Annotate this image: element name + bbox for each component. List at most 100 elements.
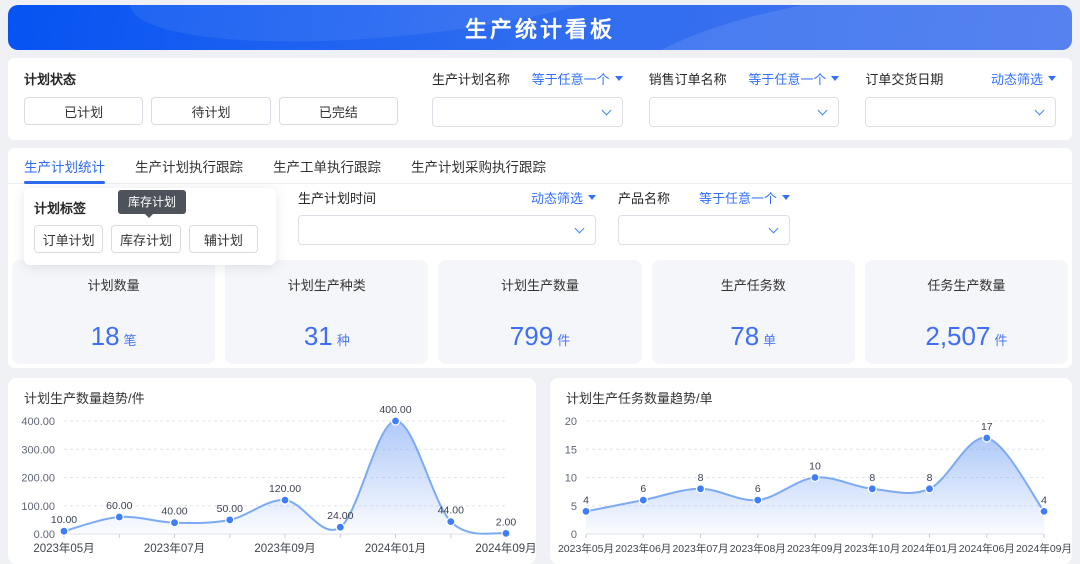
chart-card-task-count-trend: 计划生产任务数量趋势/单 0 5 10 15 20 4 6 8 6 10 8 8 17 4 2023年05月…: [550, 378, 1072, 564]
kpi-label: 计划生产种类: [287, 278, 366, 293]
svg-text:17: 17: [981, 421, 993, 433]
kpi-label: 任务生产数量: [927, 278, 1006, 293]
sales-order-select[interactable]: [648, 97, 840, 127]
svg-text:6: 6: [640, 483, 646, 495]
svg-text:8: 8: [869, 472, 875, 484]
caret-down-icon: [1048, 76, 1057, 81]
delivery-date-filter: 订单交货日期 动态筛选: [865, 69, 1057, 129]
operator-text: 等于任意一个: [748, 72, 827, 87]
svg-text:0: 0: [571, 529, 577, 541]
svg-text:300.00: 300.00: [21, 444, 55, 456]
chevron-down-icon: [1034, 105, 1045, 116]
kpi-value: 799: [509, 321, 554, 351]
plan-time-filter: 生产计划时间 动态筛选: [298, 188, 596, 245]
kpi-card-task-quantity: 任务生产数量 2,507 件: [864, 260, 1069, 364]
svg-text:4: 4: [1041, 494, 1047, 506]
kpi-unit: 件: [994, 333, 1008, 348]
delivery-date-operator-link[interactable]: 动态筛选: [991, 69, 1057, 88]
status-button-closed[interactable]: 已完结: [278, 97, 398, 125]
svg-text:50.00: 50.00: [217, 503, 243, 515]
svg-text:2023年10月: 2023年10月: [844, 542, 900, 555]
plan-time-label: 生产计划时间: [298, 191, 377, 206]
svg-text:2023年05月: 2023年05月: [33, 541, 94, 555]
plan-name-operator-link[interactable]: 等于任意一个: [532, 69, 623, 88]
caret-down-icon: [782, 195, 790, 200]
svg-text:4: 4: [583, 494, 589, 506]
tooltip: 库存计划: [118, 190, 187, 218]
svg-text:8: 8: [698, 472, 704, 484]
tab-workorder-execution[interactable]: 生产工单执行跟踪: [273, 148, 381, 183]
product-name-filter: 产品名称 等于任意一个: [618, 188, 790, 245]
sales-order-operator-link[interactable]: 等于任意一个: [748, 69, 840, 88]
status-button-planned[interactable]: 已计划: [24, 97, 144, 125]
svg-text:8: 8: [927, 472, 933, 484]
kpi-label: 计划生产数量: [501, 278, 580, 293]
svg-text:2023年06月: 2023年06月: [615, 542, 671, 555]
kpi-unit: 笔: [123, 333, 137, 348]
svg-text:400.00: 400.00: [379, 404, 411, 416]
svg-text:2023年05月: 2023年05月: [558, 542, 614, 555]
area-chart-plan-quantity-trend: 0.00 100.00 200.00 300.00 400.00 10.00 60.00 40…: [21, 404, 536, 555]
chevron-down-icon: [768, 223, 779, 234]
chevron-down-icon: [817, 105, 828, 116]
operator-text: 动态筛选: [991, 72, 1044, 87]
plan-time-select[interactable]: [298, 215, 596, 245]
kpi-card-plan-count: 计划数量 18 笔: [12, 260, 216, 364]
svg-text:400.00: 400.00: [21, 416, 55, 428]
operator-text: 等于任意一个: [531, 72, 610, 87]
delivery-date-select[interactable]: [865, 97, 1057, 127]
tab-plan-execution[interactable]: 生产计划执行跟踪: [135, 148, 243, 183]
chart-title: 计划生产任务数量趋势/单: [566, 391, 713, 406]
dashboard-banner: 生产统计看板: [8, 5, 1072, 50]
tag-button-aux-plan[interactable]: 辅计划: [188, 225, 258, 253]
kpi-row: 计划数量 18 笔 计划生产种类 31 种 计划生产数量 799 件 生产任务数 78…: [8, 260, 1072, 364]
svg-text:2.00: 2.00: [496, 516, 517, 528]
svg-text:2023年07月: 2023年07月: [144, 541, 205, 555]
kpi-unit: 种: [336, 333, 350, 348]
kpi-value: 31: [303, 321, 333, 351]
plan-name-select[interactable]: [432, 97, 623, 127]
chevron-down-icon: [574, 223, 585, 234]
kpi-label: 计划数量: [87, 278, 140, 293]
sub-filter-row: 库存计划 计划标签 订单计划 库存计划 辅计划 生产计划时间 动态筛选 产品名称…: [8, 184, 1072, 265]
svg-text:2024年06月: 2024年06月: [959, 542, 1015, 555]
product-name-operator-link[interactable]: 等于任意一个: [699, 188, 790, 207]
kpi-unit: 件: [557, 333, 571, 348]
svg-text:20: 20: [565, 416, 577, 428]
tab-bar: 生产计划统计 生产计划执行跟踪 生产工单执行跟踪 生产计划采购执行跟踪: [8, 148, 1072, 184]
tab-plan-stats[interactable]: 生产计划统计: [24, 148, 105, 184]
plan-status-label: 计划状态: [24, 72, 77, 87]
svg-text:6: 6: [755, 483, 761, 495]
plan-time-operator-link[interactable]: 动态筛选: [531, 188, 596, 207]
area-chart-task-count-trend: 051015204686108 81742023年05月 2023年06月 2023年…: [558, 416, 1072, 555]
svg-text:100.00: 100.00: [21, 501, 55, 513]
svg-text:24.00: 24.00: [327, 510, 353, 522]
svg-text:2024年01月: 2024年01月: [901, 542, 957, 555]
kpi-card-product-types: 计划生产种类 31 种: [225, 260, 429, 364]
kpi-unit: 单: [763, 333, 777, 348]
svg-text:2024年09月: 2024年09月: [1016, 542, 1072, 555]
caret-down-icon: [588, 195, 596, 200]
kpi-value: 18: [90, 321, 120, 351]
chevron-down-icon: [601, 105, 612, 116]
tag-button-order-plan[interactable]: 订单计划: [34, 225, 104, 253]
status-button-pending[interactable]: 待计划: [151, 97, 271, 125]
svg-text:0.00: 0.00: [34, 529, 55, 541]
caret-down-icon: [831, 76, 840, 81]
sales-order-label: 销售订单名称: [648, 72, 727, 87]
svg-text:10.00: 10.00: [51, 514, 77, 526]
tab-procurement-execution[interactable]: 生产计划采购执行跟踪: [411, 148, 546, 183]
svg-text:15: 15: [565, 444, 577, 456]
svg-text:2023年09月: 2023年09月: [254, 541, 315, 555]
product-name-select[interactable]: [618, 215, 790, 245]
svg-text:40.00: 40.00: [161, 506, 187, 518]
svg-text:2023年07月: 2023年07月: [672, 542, 728, 555]
kpi-value: 2,507: [925, 321, 991, 351]
kpi-card-plan-quantity: 计划生产数量 799 件: [438, 260, 642, 364]
plan-tag-panel: 库存计划 计划标签 订单计划 库存计划 辅计划: [24, 188, 276, 265]
top-filter-bar: 计划状态 已计划 待计划 已完结 生产计划名称 等于任意一个 销售订单名称 等于…: [8, 58, 1072, 140]
operator-text: 动态筛选: [530, 191, 583, 206]
svg-text:60.00: 60.00: [106, 500, 132, 512]
tag-button-stock-plan[interactable]: 库存计划: [111, 225, 181, 253]
kpi-label: 生产任务数: [720, 278, 786, 293]
